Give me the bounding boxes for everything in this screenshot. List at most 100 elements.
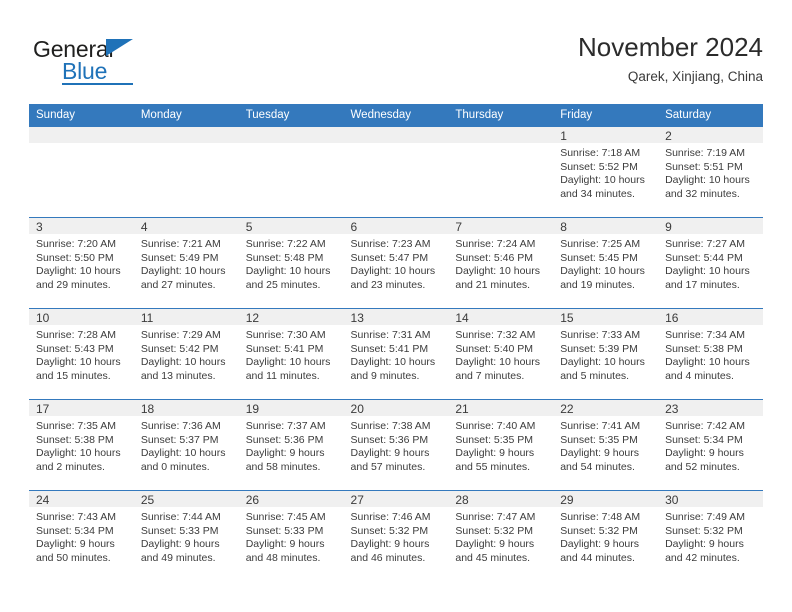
- weekday-header-tuesday: Tuesday: [238, 104, 344, 127]
- day-number: 16: [658, 309, 763, 325]
- day-daylight-line2-text: and 2 minutes.: [36, 460, 105, 473]
- day-sunrise-text: Sunrise: 7:49 AM: [665, 511, 746, 523]
- day-sun-details: Sunrise: 7:41 AM Sunset: 5:35 PM Daylight:…: [553, 416, 658, 474]
- day-sun-details: Sunrise: 7:40 AM Sunset: 5:35 PM Daylight:…: [448, 416, 553, 474]
- day-daylight-line1-text: Daylight: 9 hours: [245, 447, 325, 460]
- calendar-day-cell[interactable]: 27 Sunrise: 7:46 AM Sunset: 5:32 PM Dayligh…: [343, 490, 449, 581]
- day-sunrise-text: Sunrise: 7:41 AM: [560, 420, 641, 432]
- logo-triangle-icon: [106, 39, 133, 56]
- day-sunset-text: Sunset: 5:36 PM: [245, 433, 324, 446]
- calendar-day-cell[interactable]: 28 Sunrise: 7:47 AM Sunset: 5:32 PM Dayligh…: [448, 490, 554, 581]
- calendar-day-cell[interactable]: 29 Sunrise: 7:48 AM Sunset: 5:32 PM Dayligh…: [553, 490, 659, 581]
- calendar-day-cell[interactable]: 6 Sunrise: 7:23 AM Sunset: 5:47 PM Daylight…: [343, 217, 449, 309]
- day-daylight-line2-text: and 19 minutes.: [560, 278, 635, 291]
- calendar-day-cell[interactable]: 19 Sunrise: 7:37 AM Sunset: 5:36 PM Dayligh…: [238, 399, 344, 491]
- calendar-day-cell[interactable]: 26 Sunrise: 7:45 AM Sunset: 5:33 PM Dayligh…: [238, 490, 344, 581]
- day-number: 30: [658, 491, 763, 507]
- day-sunset-text: Sunset: 5:49 PM: [140, 251, 219, 264]
- day-daylight-line1-text: Daylight: 9 hours: [350, 447, 430, 460]
- day-daylight-line2-text: and 48 minutes.: [245, 551, 321, 564]
- day-sunset-text: Sunset: 5:32 PM: [665, 524, 743, 537]
- day-number: 29: [553, 491, 659, 507]
- day-daylight-line2-text: and 58 minutes.: [245, 460, 321, 473]
- calendar-day-cell[interactable]: 18 Sunrise: 7:36 AM Sunset: 5:37 PM Dayligh…: [133, 399, 239, 491]
- calendar-day-cell[interactable]: 2 Sunrise: 7:19 AM Sunset: 5:51 PM Daylight…: [658, 126, 763, 218]
- day-sunset-text: Sunset: 5:32 PM: [350, 524, 429, 537]
- calendar-day-cell[interactable]: 11 Sunrise: 7:29 AM Sunset: 5:42 PM Dayligh…: [133, 308, 239, 400]
- day-number: [133, 127, 239, 143]
- day-sun-details: Sunrise: 7:29 AM Sunset: 5:42 PM Daylight:…: [134, 325, 239, 383]
- calendar-day-cell[interactable]: 5 Sunrise: 7:22 AM Sunset: 5:48 PM Daylight…: [238, 217, 344, 309]
- day-sunset-text: Sunset: 5:46 PM: [455, 251, 534, 264]
- calendar-grid: Sunday Monday Tuesday Wednesday Thursday…: [29, 104, 763, 581]
- day-sunset-text: Sunset: 5:41 PM: [350, 342, 429, 355]
- day-sunrise-text: Sunrise: 7:19 AM: [665, 147, 746, 159]
- day-sunrise-text: Sunrise: 7:46 AM: [350, 511, 431, 523]
- calendar-day-cell[interactable]: 7 Sunrise: 7:24 AM Sunset: 5:46 PM Daylight…: [448, 217, 554, 309]
- calendar-day-cell[interactable]: 16 Sunrise: 7:34 AM Sunset: 5:38 PM Dayligh…: [658, 308, 763, 400]
- calendar-day-cell[interactable]: 13 Sunrise: 7:31 AM Sunset: 5:41 PM Dayligh…: [343, 308, 449, 400]
- day-number: 10: [29, 309, 134, 325]
- day-daylight-line1-text: Daylight: 10 hours: [560, 356, 645, 369]
- calendar-day-cell[interactable]: 4 Sunrise: 7:21 AM Sunset: 5:49 PM Daylight…: [133, 217, 239, 309]
- calendar-day-cell-empty: [29, 126, 134, 218]
- day-daylight-line1-text: Daylight: 10 hours: [665, 265, 750, 278]
- day-daylight-line2-text: and 55 minutes.: [455, 460, 531, 473]
- calendar-week-row: 1 Sunrise: 7:18 AM Sunset: 5:52 PM Daylight…: [29, 126, 763, 218]
- day-daylight-line2-text: and 11 minutes.: [245, 369, 320, 382]
- weekday-header-wednesday: Wednesday: [343, 104, 449, 127]
- day-sunrise-text: Sunrise: 7:25 AM: [560, 238, 641, 250]
- calendar-day-cell[interactable]: 21 Sunrise: 7:40 AM Sunset: 5:35 PM Dayligh…: [448, 399, 554, 491]
- day-sun-details: Sunrise: 7:42 AM Sunset: 5:34 PM Daylight:…: [658, 416, 763, 474]
- day-daylight-line2-text: and 57 minutes.: [350, 460, 426, 473]
- day-number: 25: [133, 491, 239, 507]
- day-sun-details: Sunrise: 7:33 AM Sunset: 5:39 PM Daylight:…: [553, 325, 658, 383]
- calendar-day-cell[interactable]: 10 Sunrise: 7:28 AM Sunset: 5:43 PM Dayligh…: [29, 308, 134, 400]
- calendar-day-cell[interactable]: 3 Sunrise: 7:20 AM Sunset: 5:50 PM Daylight…: [29, 217, 134, 309]
- day-sunrise-text: Sunrise: 7:24 AM: [455, 238, 536, 250]
- day-daylight-line2-text: and 42 minutes.: [665, 551, 740, 564]
- day-daylight-line1-text: Daylight: 9 hours: [560, 538, 640, 551]
- generalblue-logo[interactable]: General Blue: [33, 36, 203, 88]
- day-daylight-line2-text: and 0 minutes.: [140, 460, 210, 473]
- day-number: [29, 127, 134, 143]
- day-number: 2: [658, 127, 763, 143]
- calendar-week-row: 17 Sunrise: 7:35 AM Sunset: 5:38 PM Dayligh…: [29, 399, 763, 491]
- day-number: 9: [658, 218, 763, 234]
- day-daylight-line2-text: and 15 minutes.: [36, 369, 111, 382]
- day-number: 23: [658, 400, 763, 416]
- calendar-day-cell[interactable]: 30 Sunrise: 7:49 AM Sunset: 5:32 PM Dayligh…: [658, 490, 763, 581]
- weekday-header-saturday: Saturday: [658, 104, 763, 127]
- day-sunset-text: Sunset: 5:51 PM: [665, 160, 743, 173]
- calendar-page: General Blue November 2024 Qarek, Xinjia…: [0, 0, 792, 612]
- calendar-day-cell[interactable]: 25 Sunrise: 7:44 AM Sunset: 5:33 PM Dayligh…: [133, 490, 239, 581]
- calendar-day-cell[interactable]: 14 Sunrise: 7:32 AM Sunset: 5:40 PM Dayligh…: [448, 308, 554, 400]
- calendar-day-cell[interactable]: 17 Sunrise: 7:35 AM Sunset: 5:38 PM Dayligh…: [29, 399, 134, 491]
- calendar-day-cell[interactable]: 15 Sunrise: 7:33 AM Sunset: 5:39 PM Dayligh…: [553, 308, 659, 400]
- day-sunrise-text: Sunrise: 7:28 AM: [36, 329, 116, 341]
- calendar-header-row: Sunday Monday Tuesday Wednesday Thursday…: [29, 104, 763, 127]
- day-daylight-line2-text: and 7 minutes.: [455, 369, 525, 382]
- day-sunset-text: Sunset: 5:34 PM: [36, 524, 114, 537]
- day-sunrise-text: Sunrise: 7:45 AM: [245, 511, 326, 523]
- day-sun-details: Sunrise: 7:36 AM Sunset: 5:37 PM Daylight:…: [134, 416, 239, 474]
- calendar-week-row: 24 Sunrise: 7:43 AM Sunset: 5:34 PM Dayligh…: [29, 490, 763, 581]
- calendar-day-cell[interactable]: 24 Sunrise: 7:43 AM Sunset: 5:34 PM Dayligh…: [29, 490, 134, 581]
- calendar-week-row: 3 Sunrise: 7:20 AM Sunset: 5:50 PM Daylight…: [29, 217, 763, 309]
- day-number: 28: [448, 491, 554, 507]
- calendar-day-cell[interactable]: 8 Sunrise: 7:25 AM Sunset: 5:45 PM Daylight…: [553, 217, 659, 309]
- day-sun-details: Sunrise: 7:35 AM Sunset: 5:38 PM Daylight:…: [29, 416, 134, 474]
- calendar-day-cell-empty: [133, 126, 239, 218]
- day-sun-details: Sunrise: 7:32 AM Sunset: 5:40 PM Daylight:…: [448, 325, 553, 383]
- calendar-day-cell[interactable]: 12 Sunrise: 7:30 AM Sunset: 5:41 PM Dayligh…: [238, 308, 344, 400]
- calendar-day-cell[interactable]: 22 Sunrise: 7:41 AM Sunset: 5:35 PM Dayligh…: [553, 399, 659, 491]
- day-sun-details: Sunrise: 7:30 AM Sunset: 5:41 PM Daylight:…: [239, 325, 344, 383]
- day-sunrise-text: Sunrise: 7:44 AM: [140, 511, 221, 523]
- calendar-day-cell[interactable]: 1 Sunrise: 7:18 AM Sunset: 5:52 PM Daylight…: [553, 126, 659, 218]
- day-sun-details: Sunrise: 7:43 AM Sunset: 5:34 PM Daylight:…: [29, 507, 134, 565]
- calendar-day-cell[interactable]: 23 Sunrise: 7:42 AM Sunset: 5:34 PM Dayligh…: [658, 399, 763, 491]
- calendar-day-cell[interactable]: 20 Sunrise: 7:38 AM Sunset: 5:36 PM Dayligh…: [343, 399, 449, 491]
- day-daylight-line1-text: Daylight: 10 hours: [36, 265, 121, 278]
- day-daylight-line2-text: and 23 minutes.: [350, 278, 426, 291]
- calendar-day-cell[interactable]: 9 Sunrise: 7:27 AM Sunset: 5:44 PM Daylight…: [658, 217, 763, 309]
